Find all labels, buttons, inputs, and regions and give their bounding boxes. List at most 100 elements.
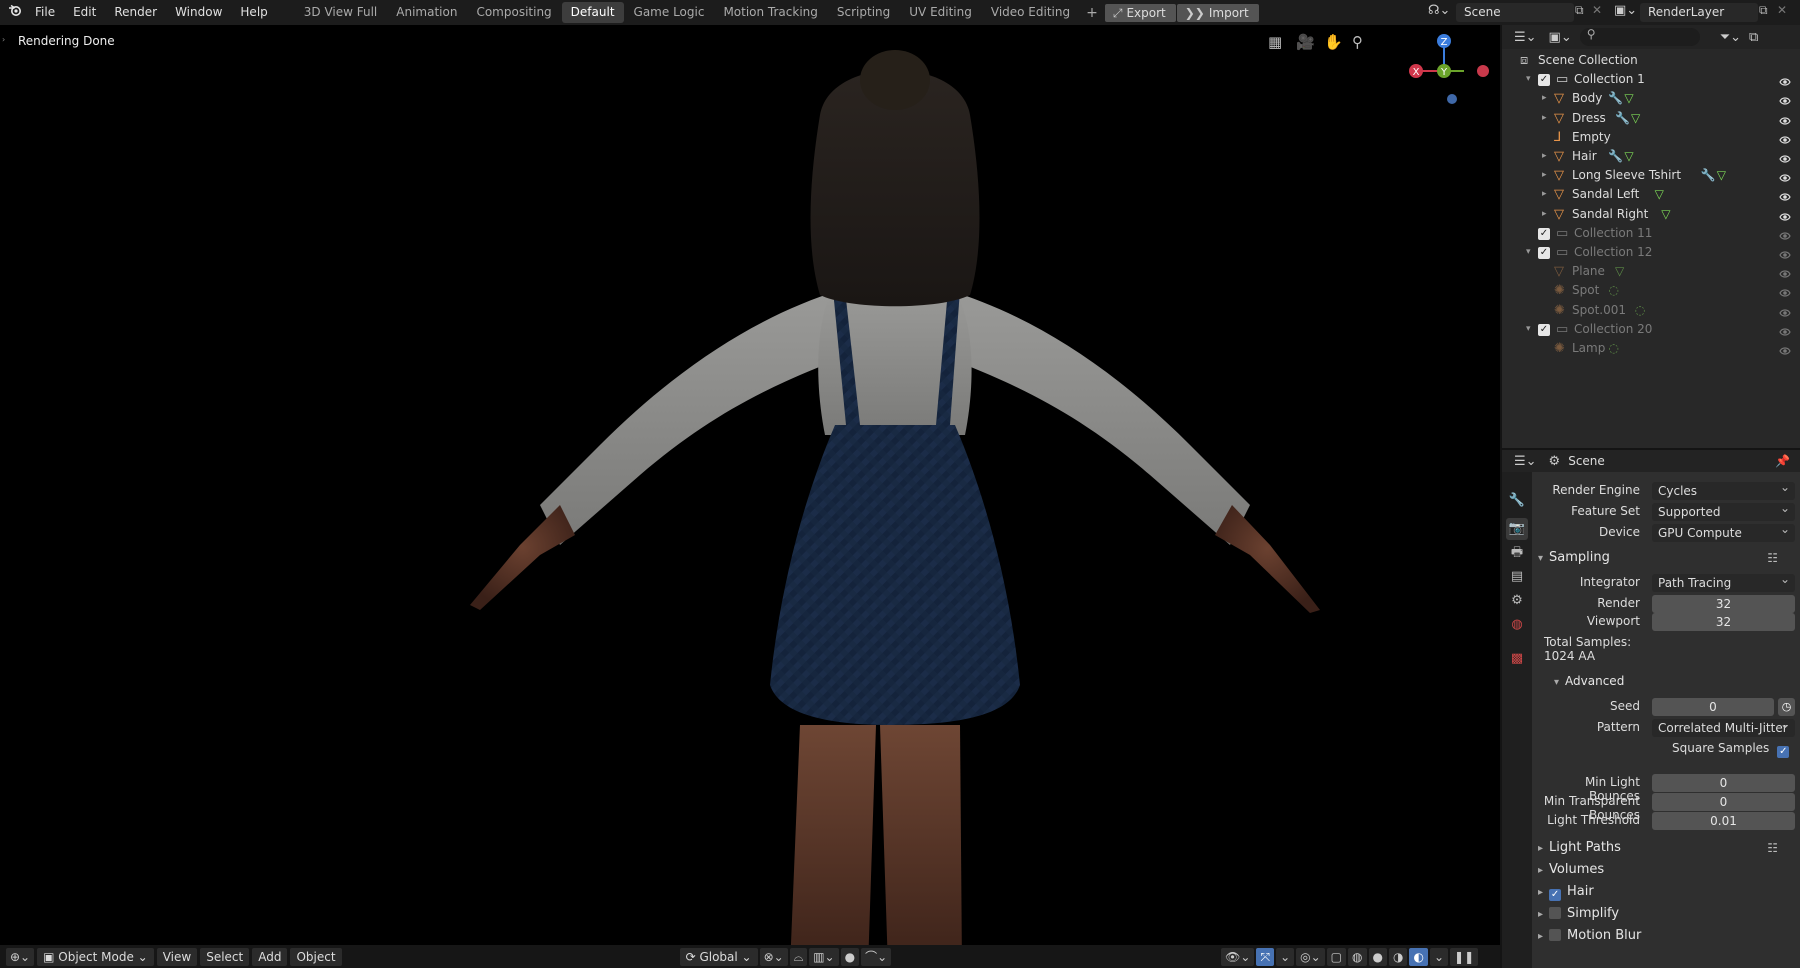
advanced-subpanel-header[interactable]: ▾ Advanced bbox=[1554, 671, 1624, 691]
visibility-eye-icon[interactable] bbox=[1779, 343, 1791, 355]
tab-uv-editing[interactable]: UV Editing bbox=[900, 2, 981, 23]
outliner-row[interactable]: ▸ ▽ Long Sleeve Tshirt 🔧 ▽ bbox=[1502, 166, 1800, 185]
camera-view-icon[interactable]: 🎥 bbox=[1296, 33, 1315, 51]
menu-object[interactable]: Object bbox=[290, 947, 342, 966]
collapse-arrow-icon[interactable]: ▾ bbox=[1526, 243, 1531, 262]
visibility-eye-icon[interactable] bbox=[1779, 285, 1791, 297]
square-samples-checkbox[interactable]: Square Samples ✓ bbox=[1672, 741, 1795, 758]
outliner-editor-type-icon[interactable]: ☰⌄ bbox=[1514, 30, 1537, 45]
min-transparent-bounces-field[interactable]: 0 bbox=[1652, 793, 1795, 811]
light-paths-panel-header[interactable]: ▸ Light Paths ☷ bbox=[1538, 838, 1798, 858]
animated-seed-clock-icon[interactable]: ◷ bbox=[1778, 698, 1795, 716]
mesh-data-icon[interactable]: ▽ bbox=[1631, 109, 1640, 128]
visibility-eye-icon[interactable] bbox=[1779, 305, 1791, 317]
render-samples-field[interactable]: 32 bbox=[1652, 595, 1795, 613]
tab-video-editing[interactable]: Video Editing bbox=[982, 2, 1079, 23]
device-dropdown[interactable]: GPU Compute bbox=[1652, 520, 1795, 542]
rendered-shading-icon[interactable]: ◐ bbox=[1409, 947, 1428, 966]
material-shading-icon[interactable]: ◑ bbox=[1388, 947, 1408, 966]
motion-blur-panel-header[interactable]: ▸ Motion Blur bbox=[1538, 926, 1641, 946]
pan-hand-icon[interactable]: ✋ bbox=[1324, 33, 1343, 51]
collection-exclude-checkbox[interactable]: ✓ bbox=[1538, 227, 1550, 240]
simplify-panel-header[interactable]: ▸ Simplify bbox=[1538, 904, 1619, 924]
gizmo-dropdown-icon[interactable]: ⌄ bbox=[1276, 947, 1295, 966]
visibility-eye-icon[interactable] bbox=[1779, 113, 1791, 125]
visibility-eye-icon[interactable] bbox=[1779, 74, 1791, 86]
navigation-gizmo[interactable]: Z X Y bbox=[1398, 27, 1498, 107]
add-workspace-button[interactable]: + bbox=[1080, 5, 1104, 21]
outliner-row[interactable]: ✓ ▭ Collection 11 bbox=[1502, 224, 1800, 243]
tab-animation[interactable]: Animation bbox=[387, 2, 466, 23]
mesh-data-icon[interactable]: ▽ bbox=[1661, 205, 1670, 224]
solid-shading-icon[interactable]: ● bbox=[1368, 947, 1387, 966]
view-layer-icon[interactable]: ▣⌄ bbox=[1614, 3, 1637, 18]
scene-collection-row[interactable]: ⧈ Scene Collection bbox=[1502, 51, 1800, 70]
filter-icon[interactable]: ⏷⌄ bbox=[1720, 30, 1741, 45]
wireframe-shading-icon[interactable]: ◍ bbox=[1348, 947, 1367, 966]
outliner-row[interactable]: ▾ ✓ ▭ Collection 12 bbox=[1502, 243, 1800, 262]
snap-element-icon[interactable]: ▥⌄ bbox=[809, 947, 839, 966]
expand-arrow-icon[interactable]: ▸ bbox=[1542, 147, 1547, 166]
outliner-row[interactable]: ▸ ▽ Dress 🔧 ▽ bbox=[1502, 109, 1800, 128]
new-scene-icon[interactable]: ⧉ bbox=[1575, 3, 1584, 18]
outliner-row[interactable]: ✺ Lamp ◌ bbox=[1502, 339, 1800, 358]
collection-exclude-checkbox[interactable]: ✓ bbox=[1538, 247, 1550, 259]
expand-arrow-icon[interactable]: ▸ bbox=[1542, 89, 1547, 108]
volumes-panel-header[interactable]: ▸ Volumes bbox=[1538, 860, 1604, 880]
zoom-icon[interactable]: ⚲ bbox=[1352, 33, 1363, 51]
sampling-panel-header[interactable]: ▾ Sampling ☷ bbox=[1538, 548, 1798, 568]
proportional-edit-icon[interactable]: ● bbox=[840, 947, 860, 966]
menu-help[interactable]: Help bbox=[231, 0, 276, 25]
simplify-checkbox[interactable] bbox=[1549, 907, 1562, 919]
collection-exclude-checkbox[interactable]: ✓ bbox=[1538, 74, 1550, 87]
xray-icon[interactable]: ▢ bbox=[1326, 947, 1347, 966]
outliner-row[interactable]: ▸ ▽ Sandal Left ▽ bbox=[1502, 185, 1800, 204]
output-tab-icon[interactable]: 🖶 bbox=[1506, 542, 1528, 564]
world-tab-icon[interactable]: ◍ bbox=[1506, 614, 1528, 636]
delete-scene-icon[interactable]: ✕ bbox=[1592, 3, 1602, 17]
visibility-eye-icon[interactable] bbox=[1779, 170, 1791, 182]
mesh-data-icon[interactable]: ▽ bbox=[1717, 166, 1726, 185]
outliner-row[interactable]: ▾ ✓ ▭ Collection 20 bbox=[1502, 320, 1800, 339]
outliner-row[interactable]: ✺ Spot ◌ bbox=[1502, 281, 1800, 300]
modifier-wrench-icon[interactable]: 🔧 bbox=[1608, 147, 1623, 166]
pattern-dropdown[interactable]: Correlated Multi-Jitter bbox=[1652, 715, 1795, 737]
pause-icon[interactable]: ❚❚ bbox=[1450, 947, 1479, 966]
light-data-icon[interactable]: ◌ bbox=[1608, 339, 1618, 358]
menu-view[interactable]: View bbox=[156, 947, 198, 966]
gizmo-toggle-icon[interactable]: ⤧ bbox=[1256, 947, 1275, 966]
light-data-icon[interactable]: ◌ bbox=[1608, 281, 1618, 300]
expand-arrow-icon[interactable]: ▸ bbox=[1542, 166, 1547, 185]
light-data-icon[interactable]: ◌ bbox=[1635, 301, 1645, 320]
expand-arrow-icon[interactable]: ▸ bbox=[1542, 109, 1547, 128]
blender-logo-icon[interactable] bbox=[0, 0, 26, 25]
new-collection-icon[interactable]: ⧉ bbox=[1749, 30, 1758, 45]
delete-layer-icon[interactable]: ✕ bbox=[1777, 3, 1787, 17]
menu-window[interactable]: Window bbox=[166, 0, 231, 25]
view-layer-tab-icon[interactable]: ▤ bbox=[1506, 566, 1528, 588]
outliner-row[interactable]: ▸ ▽ Hair 🔧 ▽ bbox=[1502, 147, 1800, 166]
light-threshold-field[interactable]: 0.01 bbox=[1652, 812, 1795, 830]
tab-motion-tracking[interactable]: Motion Tracking bbox=[714, 2, 826, 23]
visibility-icon[interactable]: 👁⌄ bbox=[1221, 947, 1255, 966]
menu-render[interactable]: Render bbox=[105, 0, 166, 25]
hair-checkbox[interactable]: ✓ bbox=[1549, 889, 1562, 901]
menu-add[interactable]: Add bbox=[252, 947, 288, 966]
shading-options-icon[interactable]: ⌄ bbox=[1429, 947, 1449, 966]
sampling-presets-icon[interactable]: ☷ bbox=[1767, 548, 1778, 568]
feature-set-dropdown[interactable]: Supported bbox=[1652, 499, 1795, 521]
outliner-row[interactable]: ⅃ Empty bbox=[1502, 128, 1800, 147]
visibility-eye-icon[interactable] bbox=[1779, 189, 1791, 201]
tab-compositing[interactable]: Compositing bbox=[467, 2, 560, 23]
integrator-dropdown[interactable]: Path Tracing bbox=[1652, 570, 1795, 592]
render-tab-icon[interactable]: 📷 bbox=[1506, 518, 1528, 540]
mesh-data-icon[interactable]: ▽ bbox=[1624, 147, 1633, 166]
falloff-icon[interactable]: ⌒⌄ bbox=[861, 947, 892, 966]
import-button[interactable]: ❯❯ Import bbox=[1176, 3, 1259, 22]
visibility-eye-icon[interactable] bbox=[1779, 151, 1791, 163]
menu-edit[interactable]: Edit bbox=[64, 0, 105, 25]
render-engine-dropdown[interactable]: Cycles bbox=[1652, 478, 1795, 500]
mesh-data-icon[interactable]: ▽ bbox=[1655, 185, 1664, 204]
menu-select[interactable]: Select bbox=[200, 947, 250, 966]
menu-file[interactable]: File bbox=[26, 0, 64, 25]
